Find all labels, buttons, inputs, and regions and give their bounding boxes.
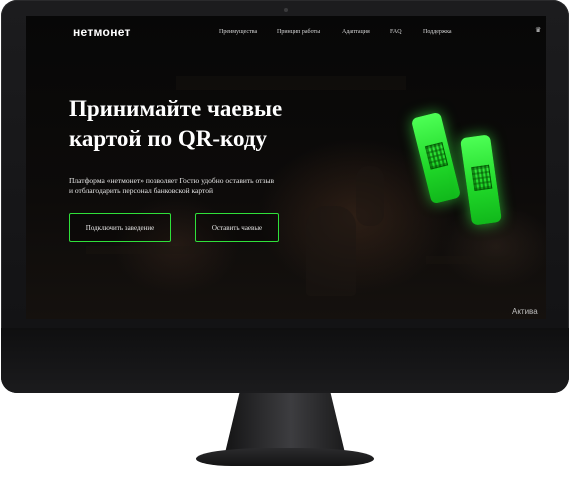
nav-support[interactable]: Поддержка xyxy=(423,29,452,35)
qr-code-icon xyxy=(471,164,493,192)
phone-mockup xyxy=(410,111,462,205)
hero-description-line: Платформа «нетмонет» позволяет Гостю удо… xyxy=(69,176,275,185)
connect-venue-button[interactable]: Подключить заведение xyxy=(69,213,171,242)
hero-description: Платформа «нетмонет» позволяет Гостю удо… xyxy=(69,176,359,196)
background-waiter xyxy=(356,166,384,226)
screen: нетмонет Преимущества Принцип работы Ада… xyxy=(26,16,546,319)
logo[interactable]: нетмонет xyxy=(73,25,131,39)
hero-title-line: Принимайте чаевые xyxy=(69,96,283,121)
nav-advantages[interactable]: Преимущества xyxy=(219,29,257,35)
qr-code-icon xyxy=(424,141,449,170)
monitor-chin xyxy=(1,328,569,393)
hero-title-line: картой по QR-коду xyxy=(69,126,267,151)
camera xyxy=(284,8,288,12)
nav-adaptation[interactable]: Адаптация xyxy=(342,29,370,35)
hero-title: Принимайте чаевые картой по QR-коду xyxy=(69,94,329,154)
hero-description-line: и отблагодарить персонал банковской карт… xyxy=(69,186,213,195)
background-table xyxy=(426,256,516,264)
phone-mockup xyxy=(460,134,502,226)
crown-icon[interactable]: ♛ xyxy=(535,26,541,34)
activate-windows-watermark: Актива xyxy=(512,307,538,316)
monitor-stand-neck xyxy=(225,393,345,453)
monitor-stand-base xyxy=(196,448,374,466)
nav-faq[interactable]: FAQ xyxy=(390,29,402,35)
background-person xyxy=(306,206,356,296)
nav-how-it-works[interactable]: Принцип работы xyxy=(277,29,320,35)
background-table xyxy=(86,246,206,254)
leave-tip-button[interactable]: Оставить чаевые xyxy=(195,213,279,242)
background-awning xyxy=(176,76,406,90)
